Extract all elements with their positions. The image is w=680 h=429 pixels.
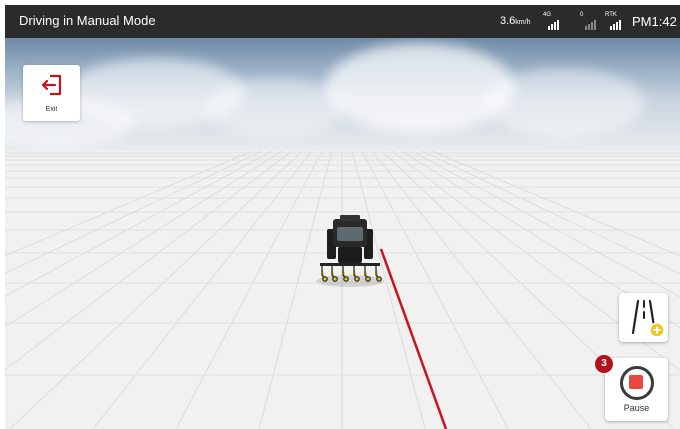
- speed-readout: 3.6km/h: [500, 15, 530, 27]
- page-title: Driving in Manual Mode: [19, 13, 156, 28]
- stop-square: [629, 375, 643, 389]
- status-bar: Driving in Manual Mode 3.6km/h 4G 0 RTK …: [5, 5, 680, 38]
- exit-icon: [41, 74, 62, 96]
- speed-unit: km/h: [515, 19, 531, 26]
- notification-badge: 3: [595, 355, 613, 373]
- add-guidance-line-button[interactable]: [619, 293, 668, 342]
- tractor-vehicle: [316, 215, 384, 287]
- guidance-line: [379, 248, 448, 429]
- rtk-signal-icon: RTK: [605, 12, 627, 32]
- rtk-label: RTK: [605, 12, 617, 18]
- network-label: 4G: [543, 12, 552, 18]
- exit-button[interactable]: Exit: [23, 65, 80, 121]
- satellite-signal-icon: 0: [580, 12, 602, 32]
- pause-button[interactable]: Pause: [605, 358, 668, 421]
- speed-value: 3.6: [500, 15, 516, 27]
- app-frame: Driving in Manual Mode 3.6km/h 4G 0 RTK …: [5, 5, 680, 429]
- satellite-count: 0: [580, 12, 584, 18]
- clock: PM1:42: [632, 14, 677, 29]
- exit-label: Exit: [45, 106, 58, 113]
- add-guidance-line-icon: [631, 299, 665, 338]
- network-signal-icon: 4G: [543, 12, 565, 32]
- pause-label: Pause: [623, 403, 650, 413]
- sky-backdrop: [5, 38, 680, 151]
